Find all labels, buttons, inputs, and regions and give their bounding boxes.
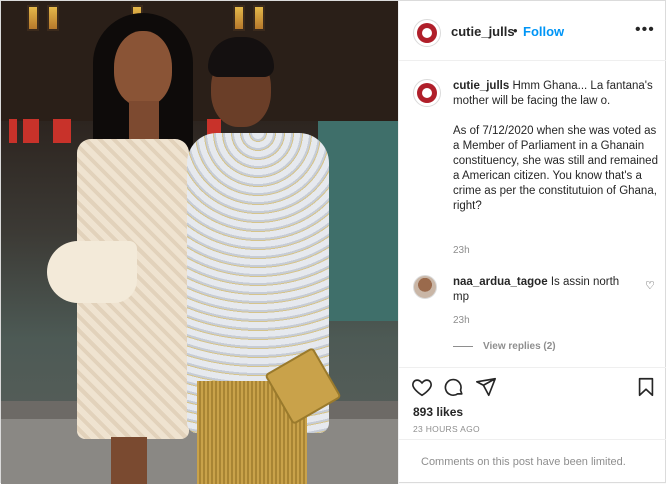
comment-username[interactable]: naa_ardua_tagoe: [453, 276, 548, 288]
window: [47, 5, 59, 31]
comment-text: naa_ardua_tagoe Is assin north mp: [453, 275, 633, 305]
comments-limited-notice: Comments on this post have been limited.: [399, 439, 666, 484]
heart-icon[interactable]: [411, 376, 433, 398]
author-logo-icon: [417, 23, 437, 43]
caption-paragraph-2: As of 7/12/2020 when she was voted as a …: [453, 125, 658, 212]
share-icon[interactable]: [475, 376, 497, 398]
replies-divider: [453, 345, 473, 347]
caption-avatar[interactable]: [413, 79, 441, 107]
window: [27, 5, 39, 31]
action-bar: 893 likes 23 HOURS AGO: [399, 367, 666, 439]
post-photo[interactable]: [1, 1, 398, 484]
author-logo-icon: [417, 83, 437, 103]
red-light: [53, 119, 71, 143]
separator-dot: •: [513, 23, 518, 38]
red-light: [9, 119, 17, 143]
caption-username[interactable]: cutie_julls: [453, 80, 509, 92]
view-replies-button[interactable]: View replies (2): [453, 341, 556, 352]
person-left-leg: [111, 437, 147, 484]
post-date[interactable]: 23 HOURS AGO: [413, 424, 480, 434]
red-light: [23, 119, 39, 143]
bookmark-icon[interactable]: [635, 376, 657, 398]
author-username[interactable]: cutie_julls: [451, 24, 515, 39]
person-left-sleeve: [47, 241, 137, 303]
view-replies-label: View replies (2): [483, 341, 556, 352]
green-wall: [318, 121, 398, 321]
window: [233, 5, 245, 31]
post-header: cutie_julls • Follow •••: [399, 1, 666, 61]
follow-button[interactable]: Follow: [523, 24, 564, 39]
comment-like-icon[interactable]: ♡: [645, 279, 655, 292]
instagram-post: cutie_julls • Follow ••• cutie_julls Hmm…: [0, 0, 666, 484]
author-avatar[interactable]: [413, 19, 441, 47]
more-options-icon[interactable]: •••: [635, 21, 655, 39]
person-left-neck: [129, 101, 159, 143]
comment-timestamp[interactable]: 23h: [453, 315, 470, 326]
caption-timestamp[interactable]: 23h: [453, 245, 470, 256]
commenter-avatar[interactable]: [413, 275, 437, 299]
window: [253, 5, 265, 31]
caption-text: cutie_julls Hmm Ghana... La fantana's mo…: [453, 79, 658, 229]
comments-limited-text: Comments on this post have been limited.: [421, 456, 626, 468]
comment-icon[interactable]: [443, 376, 465, 398]
photo-background: [1, 1, 398, 121]
post-sidebar: cutie_julls • Follow ••• cutie_julls Hmm…: [398, 1, 666, 484]
likes-count[interactable]: 893 likes: [413, 405, 463, 419]
person-left-face: [114, 31, 172, 106]
